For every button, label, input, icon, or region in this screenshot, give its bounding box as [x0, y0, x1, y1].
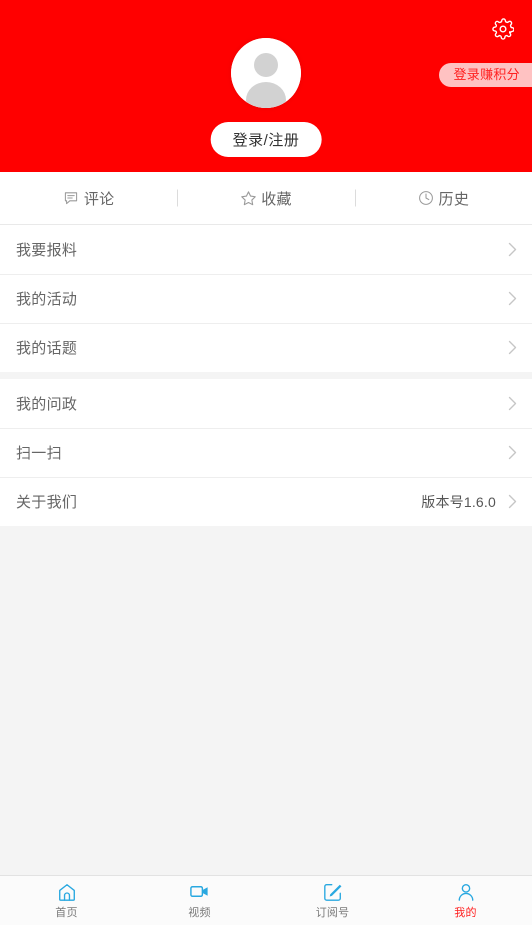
chevron-right-icon	[508, 340, 517, 355]
menu-row-my-politics[interactable]: 我的问政	[0, 379, 532, 428]
earn-points-badge[interactable]: 登录赚积分	[439, 63, 532, 87]
nav-item-video[interactable]: 视频	[133, 876, 266, 925]
profile-header: 登录赚积分 登录/注册	[0, 0, 532, 172]
clock-icon	[418, 190, 435, 207]
avatar-circle	[231, 38, 301, 108]
avatar[interactable]	[231, 38, 301, 108]
gear-icon-glyph	[492, 18, 514, 40]
menu-row-label: 我要报料	[16, 242, 78, 259]
tab-history-label: 历史	[438, 190, 470, 208]
menu-row-scan[interactable]: 扫一扫	[0, 428, 532, 477]
tab-comments[interactable]: 评论	[0, 172, 177, 224]
empty-space	[0, 526, 532, 875]
nav-item-mine-label: 我的	[454, 907, 477, 919]
menu-row-label: 我的问政	[16, 396, 78, 413]
menu-row-my-topics[interactable]: 我的话题	[0, 323, 532, 372]
star-icon	[240, 190, 257, 207]
chevron-right-icon	[508, 242, 517, 257]
menu-row-label: 扫一扫	[16, 445, 62, 462]
chevron-right-icon	[508, 396, 517, 411]
menu-group-1: 我要报料 我的活动 我的话题	[0, 225, 532, 372]
menu-group-2: 我的问政 扫一扫 关于我们 版本号1.6.0	[0, 379, 532, 526]
video-camera-icon	[189, 881, 210, 902]
menu-row-label: 我的话题	[16, 340, 78, 357]
home-icon	[56, 881, 77, 902]
subscribe-pencil-icon	[322, 881, 343, 902]
comment-icon	[63, 190, 80, 207]
menu-row-label: 我的活动	[16, 291, 78, 308]
gear-icon[interactable]	[488, 14, 518, 44]
menu-scroll-area[interactable]: 我要报料 我的活动 我的话题 我的问政 扫一扫 关于我们 版本号1.6.0	[0, 225, 532, 875]
nav-item-home-label: 首页	[55, 907, 78, 919]
nav-item-subscriptions-label: 订阅号	[315, 907, 350, 919]
menu-row-report[interactable]: 我要报料	[0, 225, 532, 274]
tab-favorites[interactable]: 收藏	[177, 172, 354, 224]
app-version-value: 版本号1.6.0	[421, 493, 496, 510]
default-user-avatar-icon	[231, 38, 301, 108]
chevron-right-icon	[508, 291, 517, 306]
tab-comments-label: 评论	[83, 190, 115, 208]
quick-tabs: 评论 收藏 历史	[0, 172, 532, 225]
chevron-right-icon	[508, 445, 517, 460]
chevron-right-icon	[508, 494, 517, 509]
nav-item-video-label: 视频	[188, 907, 211, 919]
menu-row-my-activities[interactable]: 我的活动	[0, 274, 532, 323]
menu-row-about-us[interactable]: 关于我们 版本号1.6.0	[0, 477, 532, 526]
nav-item-subscriptions[interactable]: 订阅号	[266, 876, 399, 925]
tab-history[interactable]: 历史	[355, 172, 532, 224]
app-screen: 登录赚积分 登录/注册 评论 收藏 历史 我要报料 我的活动 我的话题 我的问政…	[0, 0, 532, 925]
nav-item-mine[interactable]: 我的	[399, 876, 532, 925]
bottom-navigation: 首页 视频 订阅号 我的	[0, 875, 532, 925]
tab-favorites-label: 收藏	[261, 190, 292, 208]
nav-item-home[interactable]: 首页	[0, 876, 133, 925]
menu-row-label: 关于我们	[16, 494, 78, 511]
login-register-button[interactable]: 登录/注册	[210, 122, 322, 157]
person-icon	[455, 881, 476, 902]
